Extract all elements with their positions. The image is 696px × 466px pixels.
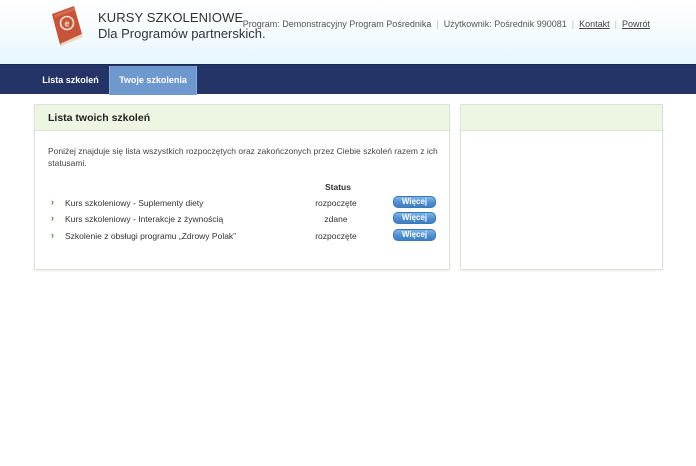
course-row: › Kurs szkoleniowy - Interakcje z żywnoś… [35, 212, 451, 228]
chevron-right-icon: › [51, 230, 54, 240]
book-icon: e [52, 6, 83, 46]
course-row: › Kurs szkoleniowy - Suplementy diety ro… [35, 196, 451, 212]
more-button[interactable]: Więcej [393, 196, 436, 208]
status-column-header: Status [325, 182, 351, 192]
tab-lista-szkolen[interactable]: Lista szkoleń [33, 66, 108, 95]
course-status: zdane [324, 214, 348, 224]
tab-twoje-szkolenia[interactable]: Twoje szkolenia [109, 66, 197, 95]
chevron-right-icon: › [51, 197, 54, 207]
back-link[interactable]: Powrót [622, 19, 650, 29]
main-nav: Lista szkoleń Twoje szkolenia [0, 64, 696, 95]
course-name: Kurs szkoleniowy - Interakcje z żywności… [65, 214, 224, 224]
more-button[interactable]: Więcej [393, 212, 436, 224]
side-panel [460, 104, 663, 270]
separator: | [614, 19, 617, 29]
svg-text:e: e [64, 19, 69, 29]
brand-subtitle: Dla Programów partnerskich. [98, 26, 266, 41]
top-info-bar: Program: Demonstracyjny Program Pośredni… [243, 19, 650, 29]
panel-title: Lista twoich szkoleń [48, 112, 151, 124]
intro-text: Poniżej znajduje się lista wszystkich ro… [48, 146, 438, 168]
program-info: Program: Demonstracyjny Program Pośredni… [242, 19, 432, 29]
courses-panel: Lista twoich szkoleń Poniżej znajduje si… [34, 104, 450, 270]
header: e KURSY SZKOLENIOWE Dla Programów partne… [0, 0, 696, 64]
side-panel-header [461, 105, 662, 131]
course-name: Szkolenie z obsługi programu „Zdrowy Pol… [65, 231, 237, 241]
contact-link[interactable]: Kontakt [579, 19, 610, 29]
more-button[interactable]: Więcej [393, 229, 436, 241]
separator: | [571, 19, 575, 29]
course-name: Kurs szkoleniowy - Suplementy diety [65, 198, 204, 208]
course-row: › Szkolenie z obsługi programu „Zdrowy P… [35, 229, 451, 245]
panel-header: Lista twoich szkoleń [35, 105, 449, 131]
separator: | [436, 19, 439, 29]
course-status: rozpoczęte [315, 231, 357, 241]
chevron-right-icon: › [51, 213, 54, 223]
course-status: rozpoczęte [315, 198, 357, 208]
brand-title: KURSY SZKOLENIOWE [98, 10, 244, 25]
user-info: Użytkownik: Pośrednik 990081 [443, 19, 567, 29]
